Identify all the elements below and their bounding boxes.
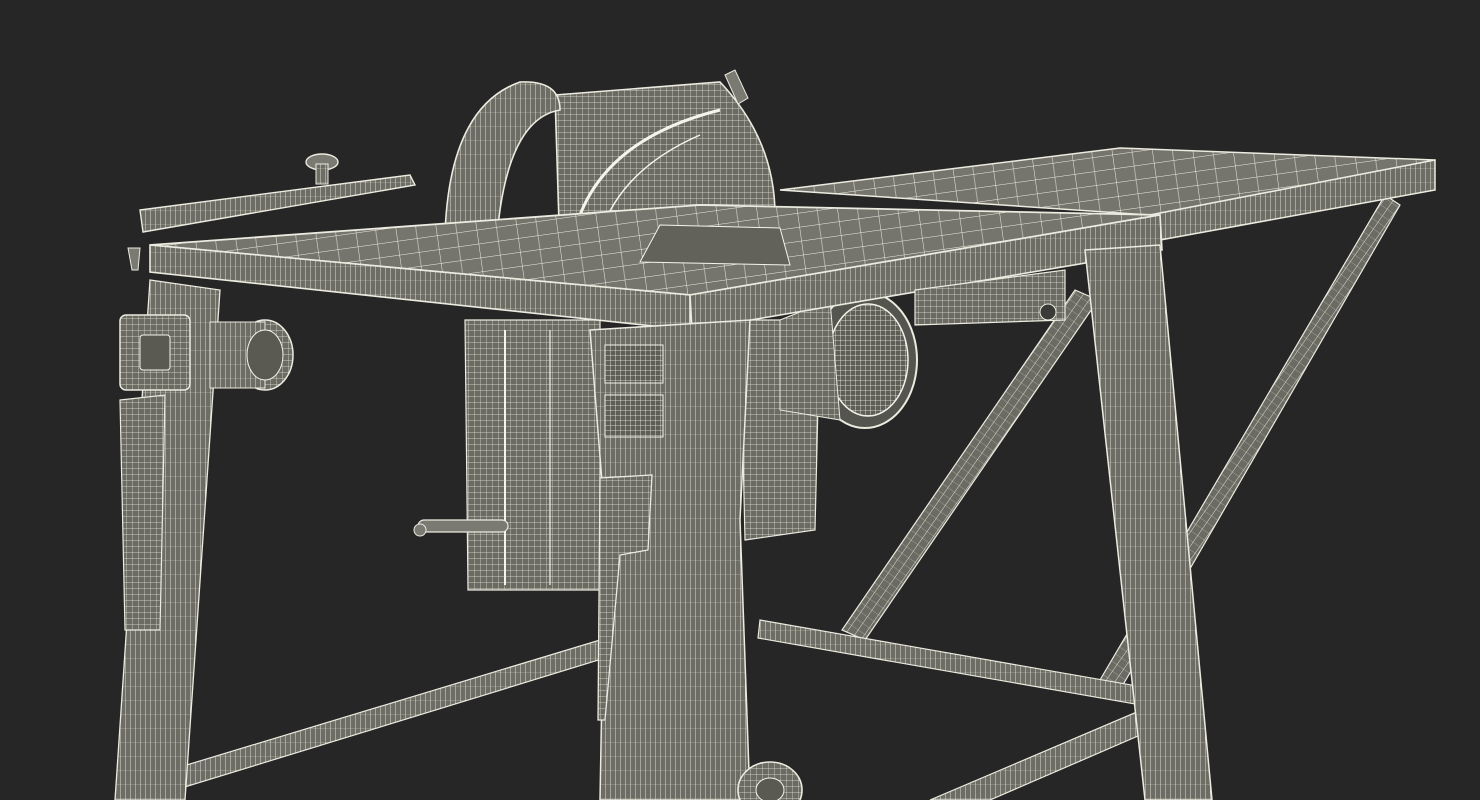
render-viewport — [0, 0, 1480, 800]
table-saw-wireframe-render — [0, 0, 1480, 800]
motor-fan-grill — [779, 291, 918, 429]
power-plug-cylinder — [209, 319, 294, 391]
leg-front-center — [589, 319, 751, 800]
power-switch-box — [119, 314, 191, 391]
